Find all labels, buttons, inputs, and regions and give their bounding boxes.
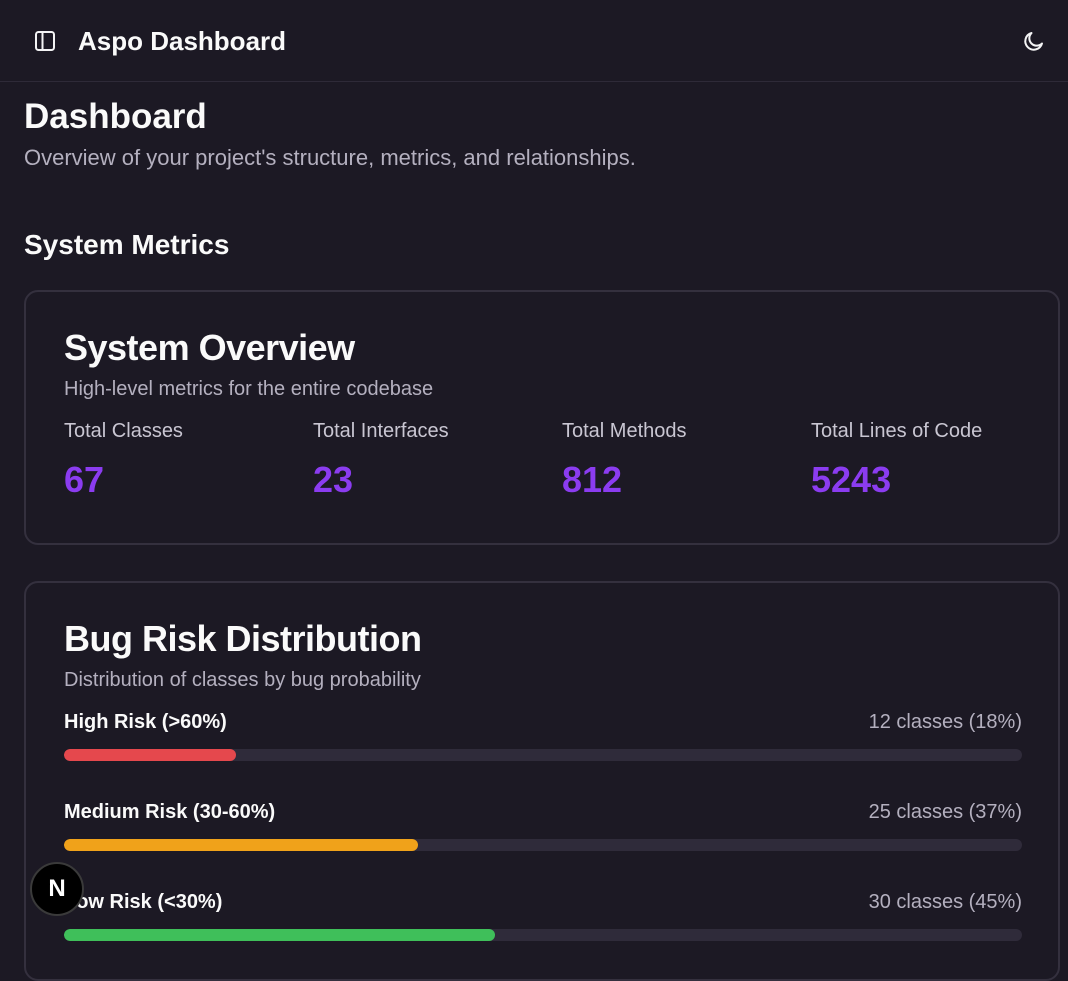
risk-row-low: Low Risk (<30%) 30 classes (45%) bbox=[64, 889, 1022, 949]
metric-value: 812 bbox=[562, 459, 623, 500]
progress-track bbox=[64, 929, 1022, 941]
risk-label: High Risk (>60%) bbox=[64, 711, 227, 733]
card-description: High-level metrics for the entire codeba… bbox=[64, 378, 434, 400]
app-title: Aspo Dashboard bbox=[78, 26, 287, 56]
metric-value: 5243 bbox=[811, 459, 892, 500]
badge-letter: N bbox=[48, 875, 66, 902]
metric-total-methods: Total Methods 812 bbox=[562, 418, 802, 502]
page-subtitle: Overview of your project's structure, me… bbox=[24, 145, 636, 170]
risk-count: 12 classes (18%) bbox=[868, 711, 1022, 733]
metric-total-lines-of-code: Total Lines of Code 5243 bbox=[811, 418, 1051, 502]
progress-track bbox=[64, 839, 1022, 851]
metric-total-interfaces: Total Interfaces 23 bbox=[313, 418, 553, 502]
moon-icon[interactable] bbox=[1022, 29, 1046, 53]
metric-label: Total Lines of Code bbox=[811, 420, 983, 442]
metric-value: 23 bbox=[313, 459, 354, 500]
risk-count: 30 classes (45%) bbox=[868, 891, 1022, 913]
risk-row-high: High Risk (>60%) 12 classes (18%) bbox=[64, 709, 1022, 769]
progress-track bbox=[64, 749, 1022, 761]
metric-label: Total Classes bbox=[64, 420, 183, 442]
card-title: Bug Risk Distribution bbox=[64, 618, 422, 659]
card-description: Distribution of classes by bug probabili… bbox=[64, 669, 421, 691]
nextjs-badge-icon[interactable]: N bbox=[30, 862, 84, 916]
top-bar: Aspo Dashboard bbox=[0, 0, 1068, 82]
risk-label: Low Risk (<30%) bbox=[64, 891, 223, 913]
system-overview-card: System Overview High-level metrics for t… bbox=[24, 290, 1060, 545]
page-title: Dashboard bbox=[24, 97, 207, 136]
panel-left-icon[interactable] bbox=[34, 30, 56, 52]
metric-label: Total Methods bbox=[562, 420, 687, 442]
risk-label: Medium Risk (30-60%) bbox=[64, 801, 276, 823]
risk-row-medium: Medium Risk (30-60%) 25 classes (37%) bbox=[64, 799, 1022, 859]
card-title: System Overview bbox=[64, 327, 355, 368]
progress-fill-medium bbox=[64, 839, 419, 851]
bug-risk-card: Bug Risk Distribution Distribution of cl… bbox=[24, 581, 1060, 981]
section-title: System Metrics bbox=[24, 229, 230, 260]
metric-value: 67 bbox=[64, 459, 105, 500]
metric-total-classes: Total Classes 67 bbox=[64, 418, 304, 502]
progress-fill-low bbox=[64, 929, 496, 941]
risk-count: 25 classes (37%) bbox=[868, 801, 1022, 823]
metric-label: Total Interfaces bbox=[313, 420, 449, 442]
progress-fill-high bbox=[64, 749, 237, 761]
